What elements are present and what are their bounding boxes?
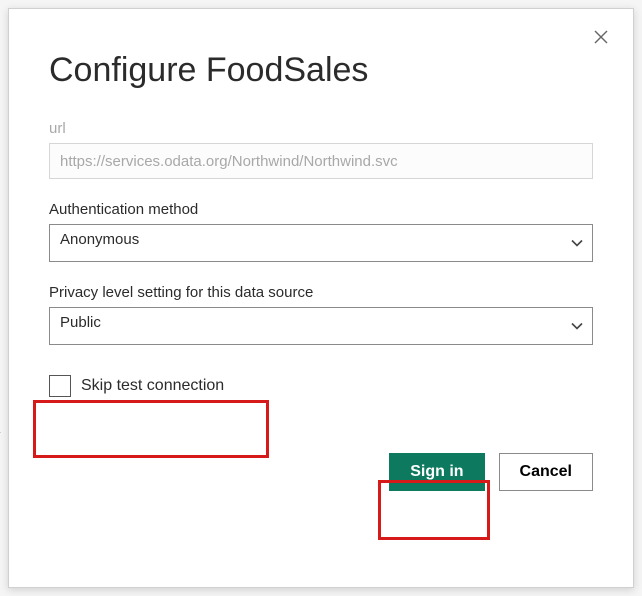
auth-label: Authentication method xyxy=(49,201,593,218)
url-input[interactable] xyxy=(49,143,593,179)
url-field-group: url xyxy=(49,120,593,179)
signin-button[interactable]: Sign in xyxy=(389,453,484,491)
skip-test-checkbox[interactable] xyxy=(49,375,71,397)
auth-select[interactable]: Anonymous xyxy=(49,224,593,262)
url-label: url xyxy=(49,120,593,137)
auth-field-group: Authentication method Anonymous xyxy=(49,201,593,262)
close-button[interactable] xyxy=(589,25,613,49)
cancel-button[interactable]: Cancel xyxy=(499,453,593,491)
privacy-select[interactable]: Public xyxy=(49,307,593,345)
skip-test-label: Skip test connection xyxy=(81,377,224,395)
configure-dialog: Configure FoodSales url Authentication m… xyxy=(8,8,634,588)
dialog-title: Configure FoodSales xyxy=(49,51,593,90)
close-icon xyxy=(594,30,608,44)
privacy-field-group: Privacy level setting for this data sour… xyxy=(49,284,593,345)
dialog-button-row: Sign in Cancel xyxy=(49,453,593,491)
privacy-label: Privacy level setting for this data sour… xyxy=(49,284,593,301)
skip-test-row: Skip test connection xyxy=(49,375,593,397)
